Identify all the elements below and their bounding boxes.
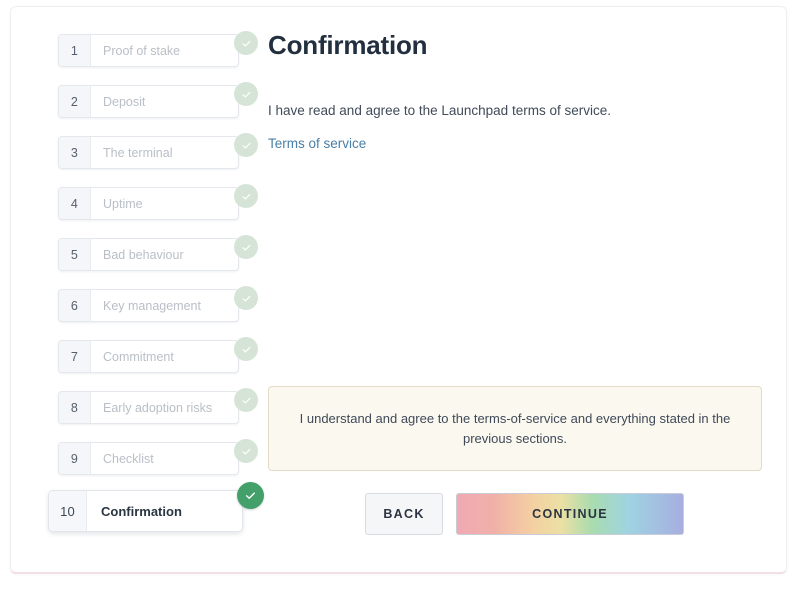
continue-button[interactable]: CONTINUE (456, 493, 684, 535)
back-button[interactable]: BACK (365, 493, 443, 535)
check-circle-complete-icon (234, 439, 258, 463)
stepper-item-9[interactable]: 9 Checklist (48, 439, 258, 475)
stepper-item-1[interactable]: 1 Proof of stake (48, 31, 258, 67)
check-glyph (241, 193, 250, 200)
stepper-item-box: 5 Bad behaviour (58, 238, 239, 271)
stepper-item-7[interactable]: 7 Commitment (48, 337, 258, 373)
stepper-item-label: Proof of stake (103, 43, 181, 58)
stepper-item-box: 4 Uptime (58, 187, 239, 220)
stepper-item-box: 6 Key management (58, 289, 239, 322)
check-circle-complete-icon (234, 388, 258, 412)
stepper-item-number: 7 (59, 341, 91, 372)
stepper-item-number: 5 (59, 239, 91, 270)
stepper-item-label: Early adoption risks (103, 400, 213, 415)
stepper-item-10[interactable]: 10 Confirmation (48, 482, 264, 536)
stepper-item-number: 6 (59, 290, 91, 321)
intro-text: I have read and agree to the Launchpad t… (268, 102, 611, 118)
check-circle-complete-icon (234, 82, 258, 106)
stepper-item-number: 2 (59, 86, 91, 117)
check-glyph (241, 244, 250, 251)
stepper-item-label: Deposit (103, 94, 146, 109)
stepper-item-4[interactable]: 4 Uptime (48, 184, 258, 220)
check-glyph (241, 91, 250, 98)
stepper-item-label: Checklist (103, 451, 154, 466)
check-glyph (241, 397, 250, 404)
stepper-item-number: 9 (59, 443, 91, 474)
stepper-item-box: 3 The terminal (58, 136, 239, 169)
terms-of-service-link[interactable]: Terms of service (268, 136, 366, 151)
stepper-item-number: 10 (49, 491, 87, 531)
stepper-item-box: 2 Deposit (58, 85, 239, 118)
wizard-actions: BACK CONTINUE (365, 493, 684, 535)
page-title: Confirmation (268, 30, 428, 60)
check-circle-complete-icon (234, 31, 258, 55)
agreement-notice: I understand and agree to the terms-of-s… (268, 386, 762, 471)
stepper-item-label: Uptime (103, 196, 143, 211)
stepper-item-2[interactable]: 2 Deposit (48, 82, 258, 118)
stepper-item-box: 9 Checklist (58, 442, 239, 475)
stepper-item-box: 7 Commitment (58, 340, 239, 373)
stepper-item-6[interactable]: 6 Key management (48, 286, 258, 322)
stepper-item-label: The terminal (103, 145, 173, 160)
check-glyph (241, 40, 250, 47)
stepper-item-3[interactable]: 3 The terminal (48, 133, 258, 169)
check-circle-complete-icon (234, 235, 258, 259)
check-glyph (241, 295, 250, 302)
wizard-card: 1 Proof of stake 2 Deposit 3 The terminal 4 Upt… (10, 6, 787, 574)
check-circle-complete-icon (234, 184, 258, 208)
stepper-item-box: 10 Confirmation (48, 490, 243, 532)
check-glyph (241, 346, 250, 353)
stepper-item-label: Key management (103, 298, 201, 313)
stepper-item-number: 8 (59, 392, 91, 423)
stepper-item-box: 8 Early adoption risks (58, 391, 239, 424)
stepper-item-label: Bad behaviour (103, 247, 184, 262)
check-circle-complete-icon (234, 286, 258, 310)
stepper-item-label: Confirmation (101, 503, 182, 519)
check-glyph (241, 448, 250, 455)
agreement-notice-text: I understand and agree to the terms-of-s… (299, 411, 731, 446)
check-glyph (245, 492, 255, 499)
check-circle-complete-icon (234, 337, 258, 361)
check-circle-complete-icon (234, 133, 258, 157)
stepper-item-8[interactable]: 8 Early adoption risks (48, 388, 258, 424)
stepper-item-number: 1 (59, 35, 91, 66)
stepper-item-label: Commitment (103, 349, 174, 364)
check-glyph (241, 142, 250, 149)
stepper-item-number: 3 (59, 137, 91, 168)
wizard-stepper: 1 Proof of stake 2 Deposit 3 The terminal 4 Upt… (48, 31, 264, 536)
main-content: Confirmation I have read and agree to th… (268, 30, 758, 153)
stepper-item-number: 4 (59, 188, 91, 219)
stepper-item-5[interactable]: 5 Bad behaviour (48, 235, 258, 271)
stepper-item-box: 1 Proof of stake (58, 34, 239, 67)
check-circle-active-icon (237, 482, 264, 509)
